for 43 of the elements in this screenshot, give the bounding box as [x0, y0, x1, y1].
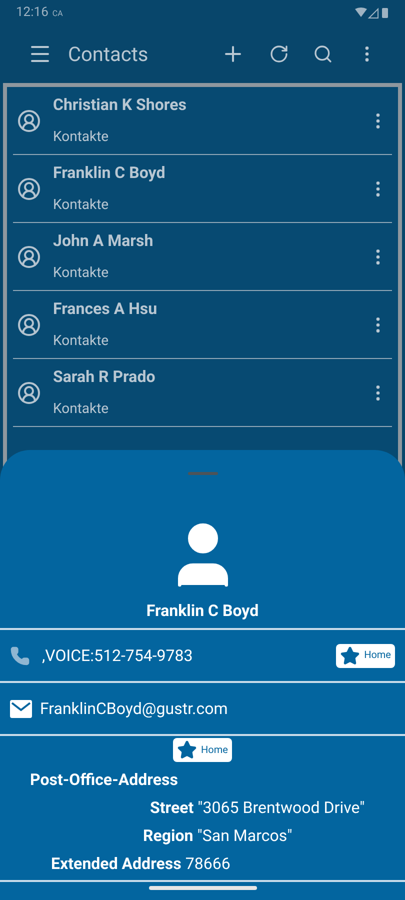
home-tag: Home — [336, 644, 395, 668]
contact-name: Christian K Shores — [53, 94, 186, 116]
drag-handle[interactable] — [188, 472, 218, 475]
person-icon — [17, 312, 41, 336]
field-label: Street — [150, 797, 194, 819]
field-value: 78666 — [185, 853, 230, 875]
contact-row[interactable]: Franklin C Boyd Kontakte — [13, 155, 392, 223]
field-label: Extended Address — [51, 853, 182, 875]
star-icon — [177, 740, 198, 760]
person-icon — [17, 244, 41, 268]
contact-name: Sarah R Prado — [53, 366, 156, 388]
person-icon — [17, 176, 41, 200]
status-time: 12:16 — [16, 4, 48, 22]
account-label: Kontakte — [53, 332, 110, 351]
address-type: Post-Office-Address — [30, 769, 179, 791]
email-address: FranklinCBoyd@gustr.com — [40, 698, 228, 720]
person-icon — [17, 380, 41, 404]
home-tag: Home — [173, 738, 232, 762]
contact-row[interactable]: Sarah R Prado Kontakte — [13, 359, 392, 427]
account-label: Kontakte — [53, 264, 110, 283]
field-value: "San Marcos" — [197, 825, 292, 847]
account-label: Kontakte — [53, 196, 110, 215]
mail-icon — [10, 700, 32, 718]
contact-row[interactable]: Frances A Hsu Kontakte — [13, 291, 392, 359]
app-title: Contacts — [68, 41, 148, 68]
contact-name: Frances A Hsu — [53, 298, 158, 320]
refresh-icon[interactable] — [269, 44, 289, 64]
phone-number: ,VOICE:512-754-9783 — [42, 644, 193, 666]
contact-name: Franklin C Boyd — [53, 162, 166, 184]
contact-row[interactable]: Christian K Shores Kontakte — [13, 87, 392, 155]
carrier-label: CA — [52, 8, 63, 20]
field-label: Region — [143, 825, 194, 847]
person-icon — [17, 108, 41, 132]
field-value: "3065 Brentwood Drive" — [198, 797, 365, 819]
status-icons — [355, 6, 389, 18]
contact-name: John A Marsh — [53, 230, 154, 252]
phone-icon — [10, 646, 30, 666]
contact-row[interactable]: John A Marsh Kontakte — [13, 223, 392, 291]
search-icon[interactable] — [313, 44, 333, 64]
contact-name: Franklin C Boyd — [146, 600, 259, 622]
account-label: Kontakte — [53, 400, 110, 419]
account-label: Kontakte — [53, 128, 110, 147]
star-icon — [340, 646, 360, 666]
